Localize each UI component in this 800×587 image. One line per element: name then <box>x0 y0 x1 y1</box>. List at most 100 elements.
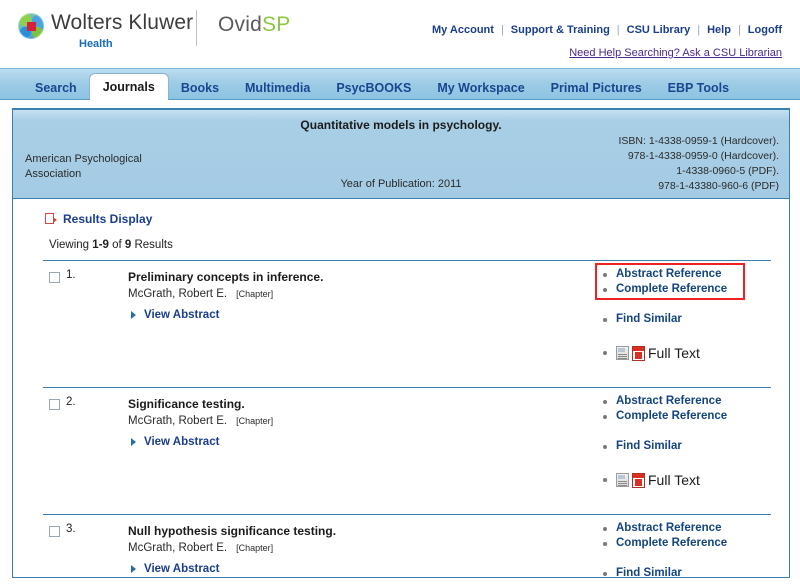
abstract-reference-link-2[interactable]: Abstract Reference <box>616 394 721 409</box>
view-abstract-toggle-3[interactable]: View Abstract <box>131 563 548 575</box>
isbn-line-4: 978-1-43380-960-6 (PDF) <box>658 180 779 192</box>
result-type-2: [Chapter] <box>236 416 274 426</box>
tab-books[interactable]: Books <box>168 75 232 101</box>
result-author-line-2: McGrath, Robert E. [Chapter] <box>128 414 548 428</box>
abstract-reference-item-1[interactable]: Abstract Reference <box>601 267 761 282</box>
tab-my-workspace[interactable]: My Workspace <box>424 75 537 101</box>
find-similar-item-3[interactable]: Find Similar <box>601 566 761 577</box>
result-actions-3: Abstract Reference Complete Reference Fi… <box>601 521 761 577</box>
bullet-icon <box>603 351 607 355</box>
results-display-control[interactable]: Results Display <box>13 199 789 230</box>
result-main-1: Preliminary concepts in inference. McGra… <box>128 270 548 321</box>
complete-reference-item-1[interactable]: Complete Reference <box>601 282 761 297</box>
reference-links-group-1: Abstract Reference Complete Reference <box>595 263 761 300</box>
link-support-training[interactable]: Support & Training <box>504 24 617 36</box>
results-display-label[interactable]: Results Display <box>63 212 152 226</box>
abstract-reference-link-3[interactable]: Abstract Reference <box>616 521 721 536</box>
bullet-icon <box>603 272 607 277</box>
result-type-3: [Chapter] <box>236 543 274 553</box>
view-abstract-toggle-2[interactable]: View Abstract <box>131 436 548 448</box>
link-logoff[interactable]: Logoff <box>741 24 782 36</box>
view-abstract-label-3[interactable]: View Abstract <box>144 563 219 575</box>
results-display-icon <box>45 213 58 225</box>
wolters-kluwer-logo[interactable]: Wolters Kluwer Health <box>18 12 193 50</box>
isbn-line-3: 1-4338-0960-5 (PDF). <box>676 165 779 177</box>
viewing-range: 1-9 <box>92 239 109 251</box>
result-title-3[interactable]: Null hypothesis significance testing. <box>128 524 548 539</box>
abstract-reference-item-3[interactable]: Abstract Reference <box>601 521 761 536</box>
find-similar-item-2[interactable]: Find Similar <box>601 439 761 454</box>
html-document-icon[interactable] <box>616 473 629 487</box>
tab-journals[interactable]: Journals <box>89 74 168 101</box>
find-similar-link-2[interactable]: Find Similar <box>616 439 682 454</box>
isbn-line-1: ISBN: 1-4338-0959-1 (Hardcover). <box>618 135 780 147</box>
result-title-1[interactable]: Preliminary concepts in inference. <box>128 270 548 285</box>
main-tab-bar: Search Journals Books Multimedia PsycBOO… <box>0 68 800 101</box>
abstract-reference-link-1[interactable]: Abstract Reference <box>616 267 721 282</box>
tab-underline-spacer <box>0 100 800 108</box>
pdf-document-icon[interactable] <box>632 472 645 488</box>
masthead: Wolters Kluwer Health OvidSP My Account |… <box>0 0 800 68</box>
result-number-3: 3. <box>66 523 76 535</box>
results-panel: Quantitative models in psychology. Ameri… <box>12 108 790 578</box>
view-abstract-toggle-1[interactable]: View Abstract <box>131 309 548 321</box>
ask-librarian-line: Need Help Searching? Ask a CSU Librarian <box>569 47 782 59</box>
complete-reference-link-3[interactable]: Complete Reference <box>616 536 727 551</box>
find-similar-link-1[interactable]: Find Similar <box>616 312 682 327</box>
tab-multimedia[interactable]: Multimedia <box>232 75 323 101</box>
viewing-count: Viewing 1-9 of 9 Results <box>13 230 789 251</box>
result-checkbox-3[interactable] <box>49 526 60 537</box>
publisher-line-1: American Psychological <box>25 153 142 165</box>
book-title: Quantitative models in psychology. <box>300 118 502 132</box>
tab-primal-pictures[interactable]: Primal Pictures <box>538 75 655 101</box>
abstract-reference-item-2[interactable]: Abstract Reference <box>601 394 761 409</box>
tab-ebp-tools[interactable]: EBP Tools <box>655 75 742 101</box>
bullet-icon <box>603 444 607 449</box>
full-text-label-1[interactable]: Full Text <box>648 345 700 361</box>
result-actions-2: Abstract Reference Complete Reference Fi… <box>601 394 761 488</box>
result-checkbox-1[interactable] <box>49 272 60 283</box>
link-ask-librarian[interactable]: Need Help Searching? Ask a CSU Librarian <box>569 47 782 59</box>
top-nav-links: My Account | Support & Training | CSU Librar… <box>432 24 782 36</box>
complete-reference-link-2[interactable]: Complete Reference <box>616 409 727 424</box>
html-document-icon[interactable] <box>616 346 629 360</box>
find-similar-item-1[interactable]: Find Similar <box>601 312 761 327</box>
bullet-icon <box>603 287 607 292</box>
brand-name: Wolters Kluwer <box>51 11 194 34</box>
result-title-2[interactable]: Significance testing. <box>128 397 548 412</box>
result-main-2: Significance testing. McGrath, Robert E.… <box>128 397 548 448</box>
result-main-3: Null hypothesis significance testing. Mc… <box>128 524 548 575</box>
result-author-3: McGrath, Robert E. <box>128 542 228 554</box>
triangle-right-icon <box>131 438 136 446</box>
full-text-label-2[interactable]: Full Text <box>648 472 700 488</box>
full-text-item-1[interactable]: Full Text <box>601 345 761 361</box>
bullet-icon <box>603 526 607 531</box>
link-help[interactable]: Help <box>700 24 738 36</box>
viewing-prefix: Viewing <box>49 239 93 251</box>
find-similar-link-3[interactable]: Find Similar <box>616 566 682 577</box>
full-text-item-2[interactable]: Full Text <box>601 472 761 488</box>
complete-reference-item-3[interactable]: Complete Reference <box>601 536 761 551</box>
result-number-1: 1. <box>66 269 76 281</box>
result-author-line-3: McGrath, Robert E. [Chapter] <box>128 541 548 555</box>
result-row-3: 3. Null hypothesis significance testing.… <box>43 514 771 577</box>
complete-reference-item-2[interactable]: Complete Reference <box>601 409 761 424</box>
complete-reference-link-1[interactable]: Complete Reference <box>616 282 727 297</box>
brand-subtitle: Health <box>79 38 113 50</box>
tab-search[interactable]: Search <box>22 75 90 101</box>
view-abstract-label-1[interactable]: View Abstract <box>144 309 219 321</box>
bullet-icon <box>603 478 607 482</box>
bullet-icon <box>603 541 607 546</box>
result-author-1: McGrath, Robert E. <box>128 288 228 300</box>
bullet-icon <box>603 399 607 404</box>
result-number-2: 2. <box>66 396 76 408</box>
tab-psycbooks[interactable]: PsycBOOKS <box>323 75 424 101</box>
view-abstract-label-2[interactable]: View Abstract <box>144 436 219 448</box>
link-csu-library[interactable]: CSU Library <box>620 24 698 36</box>
pdf-document-icon[interactable] <box>632 345 645 361</box>
link-my-account[interactable]: My Account <box>432 24 501 36</box>
result-checkbox-2[interactable] <box>49 399 60 410</box>
result-author-2: McGrath, Robert E. <box>128 415 228 427</box>
